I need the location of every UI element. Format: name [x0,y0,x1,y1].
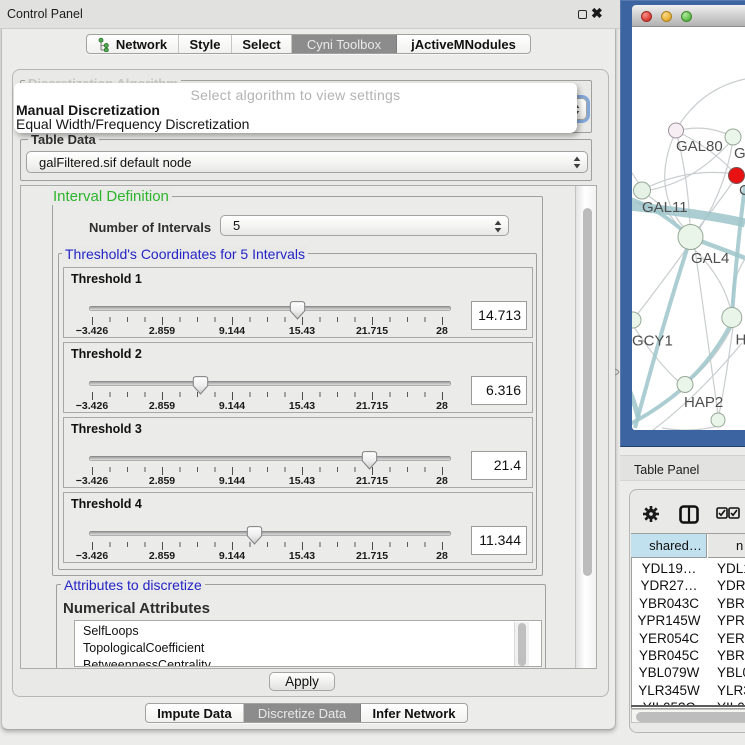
svg-text:GAL4: GAL4 [691,250,729,267]
svg-text:C: C [739,182,745,199]
svg-text:HAP2: HAP2 [684,394,723,411]
svg-text:H: H [736,332,745,349]
svg-text:GAL80: GAL80 [676,138,723,155]
svg-text:GAL11: GAL11 [642,199,688,216]
svg-text:GCY1: GCY1 [632,333,673,350]
svg-text:GA: GA [734,145,745,162]
